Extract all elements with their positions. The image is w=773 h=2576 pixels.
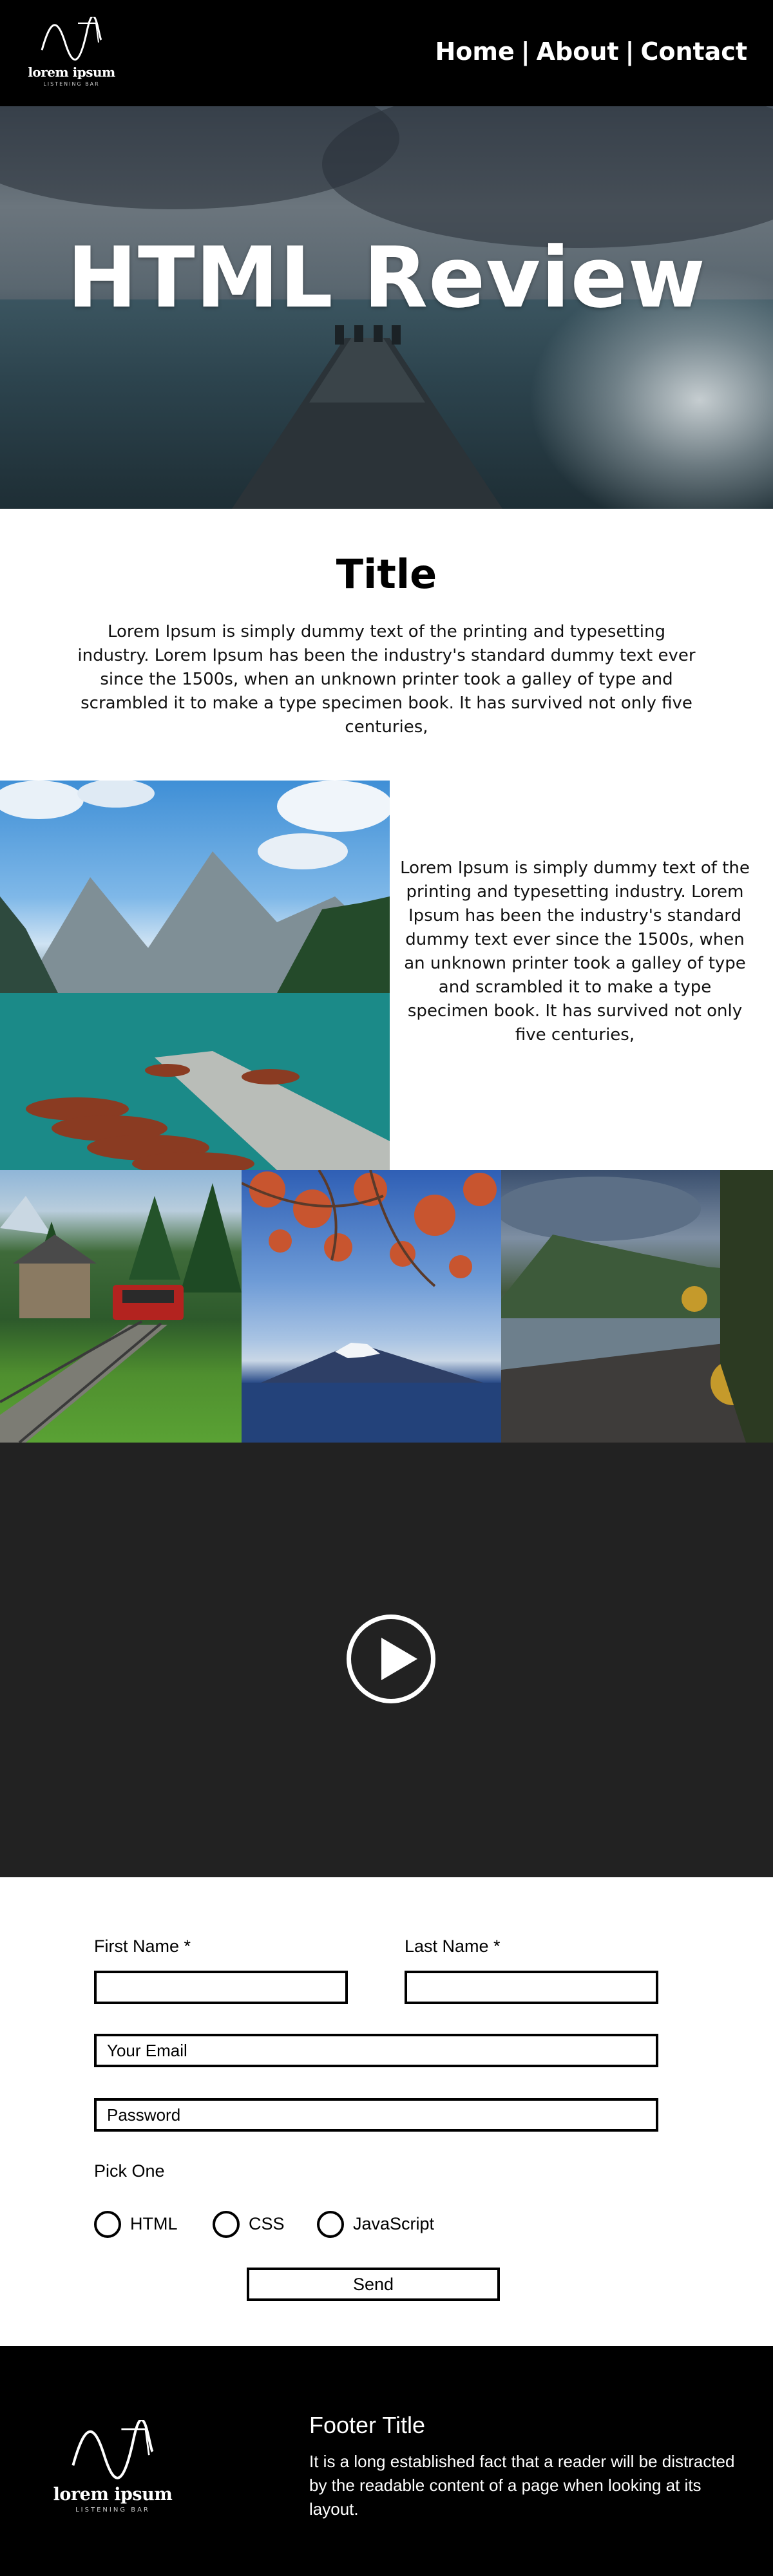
logo-wave-icon <box>72 2420 154 2479</box>
footer-logo[interactable]: lorem ipsum LISTENING BAR <box>48 2420 177 2514</box>
email-field[interactable]: Your Email <box>94 2034 658 2067</box>
radio-label-html: HTML <box>130 2214 178 2233</box>
hero-title: HTML Review <box>67 229 706 327</box>
photo-gallery <box>0 1170 773 1443</box>
first-name-label: First Name * <box>94 1937 191 1956</box>
radio-css[interactable] <box>213 2211 240 2238</box>
logo-text: lorem ipsum <box>28 64 115 80</box>
play-button[interactable] <box>347 1615 435 1703</box>
nav-separator: | <box>625 37 635 66</box>
site-logo[interactable]: lorem ipsum LISTENING BAR <box>23 17 120 88</box>
intro-paragraph: Lorem Ipsum is simply dummy text of the … <box>77 622 696 737</box>
radio-label-javascript: JavaScript <box>353 2214 435 2233</box>
gallery-image-mountain <box>242 1170 501 1443</box>
lake-scene-illustration <box>0 781 390 1170</box>
last-name-label: Last Name * <box>405 1937 501 1956</box>
section-title: Title <box>336 551 437 598</box>
feature-paragraph: Lorem Ipsum is simply dummy text of the … <box>400 858 750 1045</box>
mount-fuji-illustration <box>242 1170 501 1443</box>
hero-pier-image <box>232 325 502 509</box>
hero-banner: HTML Review <box>0 106 773 509</box>
train-scene-illustration <box>0 1183 242 1443</box>
nav-separator: | <box>520 37 530 66</box>
hero-cloud <box>322 106 773 248</box>
lake-shore-illustration <box>501 1170 773 1443</box>
first-name-field[interactable] <box>94 1971 348 2004</box>
radio-label-css: CSS <box>249 2214 285 2233</box>
site-header: lorem ipsum LISTENING BAR Home | About |… <box>0 0 773 106</box>
logo-wave-icon <box>41 17 102 61</box>
logo-subtitle: LISTENING BAR <box>43 81 100 87</box>
password-field[interactable]: Password <box>94 2098 658 2132</box>
footer-logo-subtitle: LISTENING BAR <box>75 2506 150 2514</box>
gallery-image-lake <box>501 1170 773 1443</box>
nav-link-home[interactable]: Home <box>435 37 514 66</box>
footer-title: Footer Title <box>309 2412 426 2438</box>
lake-boats-image <box>0 781 390 1170</box>
radio-javascript[interactable] <box>317 2211 344 2238</box>
last-name-field[interactable] <box>405 1971 658 2004</box>
radio-html[interactable] <box>94 2211 121 2238</box>
pick-one-label: Pick One <box>94 2161 165 2181</box>
main-nav: Home | About | Contact <box>435 37 747 66</box>
footer-paragraph: It is a long established fact that a rea… <box>309 2452 735 2519</box>
footer-logo-text: lorem ipsum <box>53 2485 173 2505</box>
send-button[interactable]: Send <box>247 2268 500 2301</box>
play-icon <box>381 1638 417 1680</box>
gallery-image-train <box>0 1170 242 1443</box>
nav-link-about[interactable]: About <box>537 37 619 66</box>
nav-link-contact[interactable]: Contact <box>640 37 747 66</box>
